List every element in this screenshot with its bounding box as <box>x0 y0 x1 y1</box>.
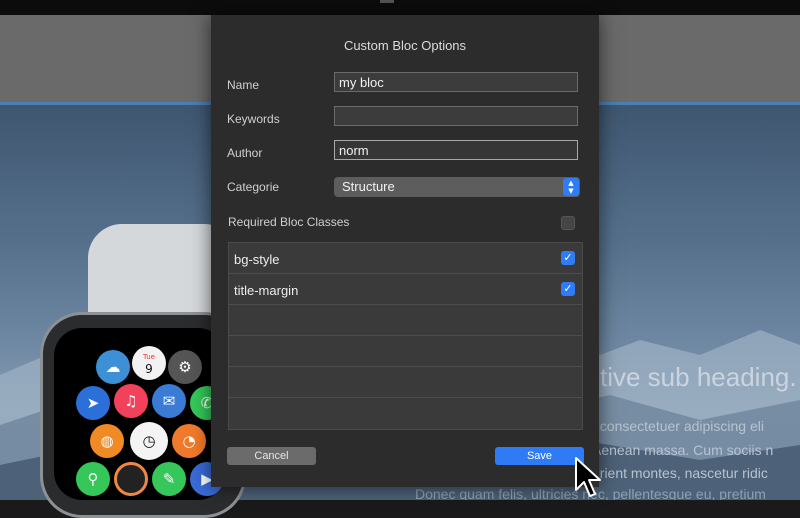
dialog-title: Custom Bloc Options <box>343 38 467 53</box>
category-label: Categorie <box>227 180 280 194</box>
custom-bloc-options-dialog: Custom Bloc Options Name Keywords Author… <box>211 15 599 487</box>
hero-text-line-2: Aenean massa. Cum sociis n <box>592 442 774 458</box>
empty-list-row <box>229 367 582 398</box>
activity-app-icon <box>114 462 148 496</box>
checkmark-icon[interactable]: ✓ <box>561 251 575 265</box>
stopwatch-app-icon: ◔ <box>172 424 206 458</box>
class-name: bg-style <box>234 252 280 267</box>
keywords-label: Keywords <box>227 112 280 126</box>
window-top-bar <box>0 0 800 15</box>
weather-app-icon: ☁ <box>96 350 130 384</box>
empty-list-row <box>229 336 582 367</box>
list-item[interactable]: title-margin ✓ <box>229 274 582 305</box>
workout-app-icon: ⚲ <box>76 462 110 496</box>
calendar-app-icon: Tue 9 <box>132 346 166 380</box>
list-item[interactable]: bg-style ✓ <box>229 243 582 274</box>
empty-list-row <box>229 305 582 336</box>
mouse-pointer-icon <box>575 457 601 497</box>
name-field[interactable] <box>334 72 578 92</box>
save-button[interactable]: Save <box>495 447 584 465</box>
watch-screen: ☁ Tue 9 ⚙ ➤ ♫ ✉ ✆ ◍ ◷ ◔ ⚲ ✎ ▶ <box>54 328 226 500</box>
hero-subheading: tive sub heading. <box>600 362 797 392</box>
hero-text-line-3: urient montes, nascetur ridic <box>592 465 768 481</box>
hero-text-line-4: Donec quam felis, ultricies nec, pellent… <box>415 486 766 500</box>
calendar-date: 9 <box>145 362 153 376</box>
messages-app-icon: ✎ <box>152 462 186 496</box>
cancel-button[interactable]: Cancel <box>227 447 316 465</box>
music-app-icon: ♫ <box>114 384 148 418</box>
chevron-up-down-icon: ▲ ▼ <box>563 178 579 196</box>
world-clock-app-icon: ◍ <box>90 424 124 458</box>
clock-app-icon: ◷ <box>130 422 168 460</box>
settings-app-icon: ⚙ <box>168 350 202 384</box>
author-label: Author <box>227 146 263 160</box>
category-select[interactable]: Structure ▲ ▼ <box>334 177 580 197</box>
mail-app-icon: ✉ <box>152 384 186 418</box>
empty-list-row <box>229 398 582 429</box>
bloc-classes-list: bg-style ✓ title-margin ✓ <box>228 242 583 430</box>
author-field[interactable] <box>334 140 578 160</box>
hero-text-line-1: , consectetuer adipiscing eli <box>592 418 764 434</box>
class-name: title-margin <box>234 283 299 298</box>
required-classes-checkbox[interactable] <box>561 216 575 230</box>
name-label: Name <box>227 78 260 92</box>
checkmark-icon[interactable]: ✓ <box>561 282 575 296</box>
category-value: Structure <box>342 179 395 194</box>
maps-app-icon: ➤ <box>76 386 110 420</box>
title-notch <box>380 0 394 3</box>
required-classes-label: Required Bloc Classes <box>228 215 350 229</box>
keywords-field[interactable] <box>334 106 578 126</box>
